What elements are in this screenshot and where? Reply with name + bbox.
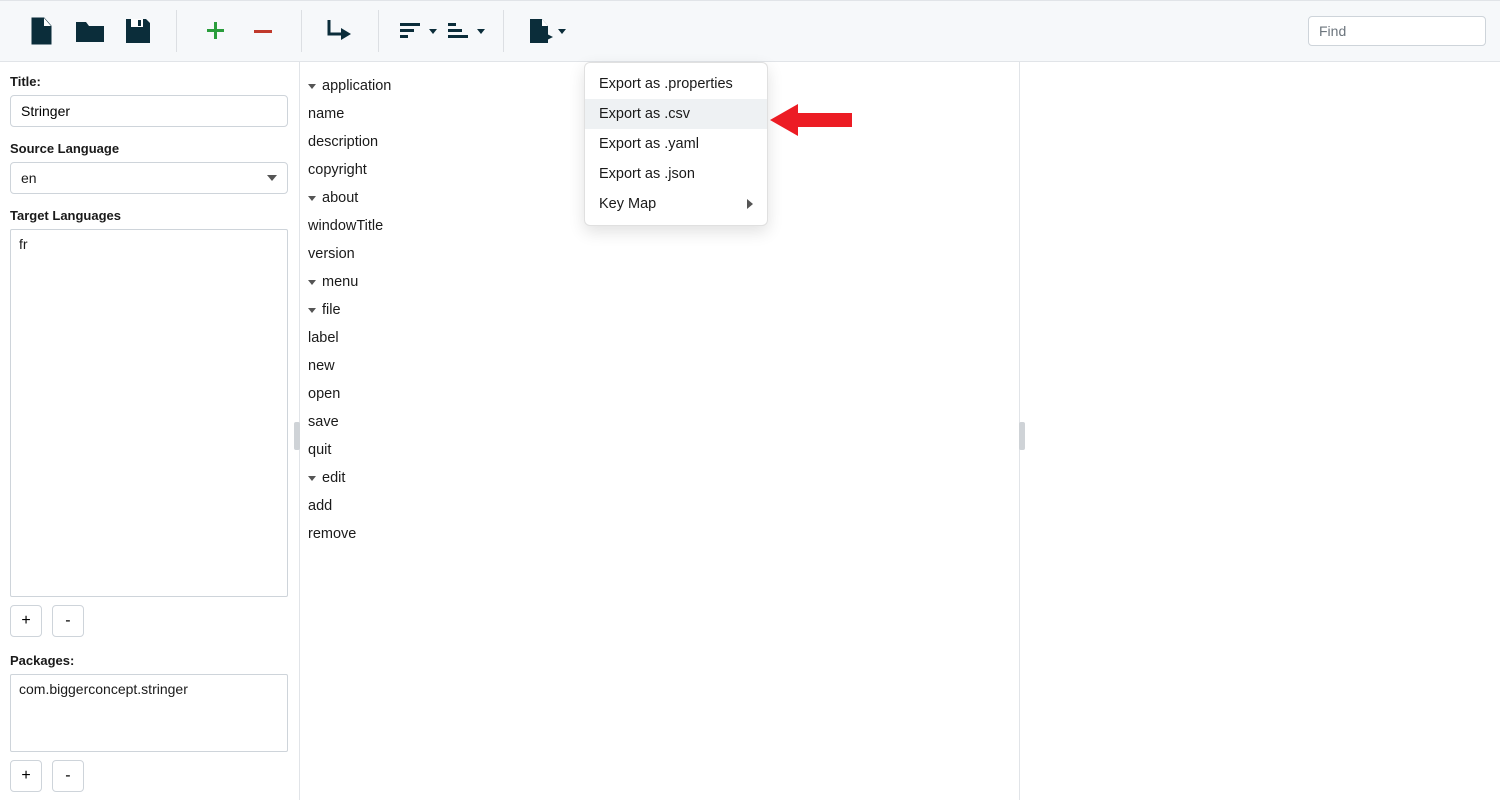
packages-listbox[interactable]: com.biggerconcept.stringer bbox=[10, 674, 288, 752]
add-package-button[interactable]: + bbox=[10, 760, 42, 792]
tree-item-label: version bbox=[308, 246, 355, 262]
tree-item-label: copyright bbox=[308, 162, 367, 178]
list-item[interactable]: com.biggerconcept.stringer bbox=[19, 681, 279, 697]
tree-item[interactable]: label bbox=[308, 324, 1011, 352]
detail-pane bbox=[1020, 62, 1500, 800]
new-file-button[interactable] bbox=[18, 10, 66, 52]
find-wrap bbox=[1308, 16, 1490, 46]
dropdown-item-label: Export as .json bbox=[599, 166, 695, 182]
packages-buttons: + - bbox=[10, 760, 289, 792]
chevron-right-icon bbox=[747, 199, 753, 209]
add-target-lang-button[interactable]: + bbox=[10, 605, 42, 637]
export-dropdown-button[interactable] bbox=[518, 10, 574, 52]
tree-item[interactable]: save bbox=[308, 408, 1011, 436]
tree-item-label: quit bbox=[308, 442, 331, 458]
resize-handle[interactable] bbox=[1019, 422, 1025, 450]
caret-down-icon bbox=[267, 175, 277, 181]
open-folder-button[interactable] bbox=[66, 10, 114, 52]
remove-package-button[interactable]: - bbox=[52, 760, 84, 792]
resize-handle[interactable] bbox=[294, 422, 300, 450]
tree-item[interactable]: file bbox=[308, 296, 1011, 324]
file-group bbox=[10, 10, 170, 52]
target-lang-buttons: + - bbox=[10, 605, 289, 637]
dropdown-item[interactable]: Export as .yaml bbox=[585, 129, 767, 159]
tree-item[interactable]: quit bbox=[308, 436, 1011, 464]
remove-button[interactable] bbox=[239, 10, 287, 52]
caret-down-icon bbox=[308, 308, 316, 313]
save-button[interactable] bbox=[114, 10, 162, 52]
tree-item-label: about bbox=[322, 190, 358, 206]
toolbar bbox=[0, 0, 1500, 62]
convert-group bbox=[308, 10, 372, 52]
sort-group bbox=[385, 10, 497, 52]
dropdown-item[interactable]: Export as .csv bbox=[585, 99, 767, 129]
target-lang-listbox[interactable]: fr bbox=[10, 229, 288, 597]
toolbar-separator bbox=[301, 10, 302, 52]
tree-item[interactable]: edit bbox=[308, 464, 1011, 492]
tree-item-label: remove bbox=[308, 526, 356, 542]
source-lang-select[interactable]: en bbox=[10, 162, 288, 194]
export-group bbox=[510, 10, 582, 52]
caret-down-icon bbox=[429, 29, 437, 34]
annotation-arrow bbox=[770, 104, 852, 136]
list-item[interactable]: fr bbox=[19, 236, 279, 252]
packages-label: Packages: bbox=[10, 653, 289, 668]
title-input[interactable] bbox=[10, 95, 288, 127]
sort-asc-button[interactable] bbox=[441, 10, 489, 52]
tree-item-label: save bbox=[308, 414, 339, 430]
dropdown-item-label: Key Map bbox=[599, 196, 656, 212]
source-lang-label: Source Language bbox=[10, 141, 289, 156]
dropdown-item[interactable]: Export as .properties bbox=[585, 69, 767, 99]
title-label: Title: bbox=[10, 74, 289, 89]
tree-item-label: description bbox=[308, 134, 378, 150]
caret-down-icon bbox=[308, 84, 316, 89]
tree-item[interactable]: new bbox=[308, 352, 1011, 380]
tree-item-label: label bbox=[308, 330, 339, 346]
tree-item-label: add bbox=[308, 498, 332, 514]
arrow-head-icon bbox=[770, 104, 798, 136]
caret-down-icon bbox=[308, 476, 316, 481]
tree-item[interactable]: add bbox=[308, 492, 1011, 520]
sort-desc-button[interactable] bbox=[393, 10, 441, 52]
dropdown-item-label: Export as .csv bbox=[599, 106, 690, 122]
toolbar-separator bbox=[503, 10, 504, 52]
tree-item-label: open bbox=[308, 386, 340, 402]
arrow-shaft bbox=[798, 113, 852, 127]
dropdown-item[interactable]: Export as .json bbox=[585, 159, 767, 189]
tree-item[interactable]: version bbox=[308, 240, 1011, 268]
caret-down-icon bbox=[308, 196, 316, 201]
tree-item-label: file bbox=[322, 302, 341, 318]
dropdown-item-label: Export as .yaml bbox=[599, 136, 699, 152]
dropdown-item[interactable]: Key Map bbox=[585, 189, 767, 219]
edit-group bbox=[183, 10, 295, 52]
remove-target-lang-button[interactable]: - bbox=[52, 605, 84, 637]
main: Title: Source Language en Target Languag… bbox=[0, 62, 1500, 800]
tree-item[interactable]: open bbox=[308, 380, 1011, 408]
find-input[interactable] bbox=[1308, 16, 1486, 46]
tree-item[interactable]: remove bbox=[308, 520, 1011, 548]
caret-down-icon bbox=[558, 29, 566, 34]
tree-item-label: menu bbox=[322, 274, 358, 290]
tree-item-label: new bbox=[308, 358, 335, 374]
source-lang-value: en bbox=[21, 170, 37, 186]
tree-pane: application name description copyright about… bbox=[300, 62, 1020, 800]
tree-item-label: edit bbox=[322, 470, 345, 486]
dropdown-item-label: Export as .properties bbox=[599, 76, 733, 92]
toolbar-separator bbox=[378, 10, 379, 52]
caret-down-icon bbox=[477, 29, 485, 34]
caret-down-icon bbox=[308, 280, 316, 285]
sidebar: Title: Source Language en Target Languag… bbox=[0, 62, 300, 800]
tree-item-label: name bbox=[308, 106, 344, 122]
tree-item[interactable]: menu bbox=[308, 268, 1011, 296]
toolbar-separator bbox=[176, 10, 177, 52]
target-lang-label: Target Languages bbox=[10, 208, 289, 223]
convert-button[interactable] bbox=[316, 10, 364, 52]
tree-item-label: application bbox=[322, 78, 391, 94]
tree-item-label: windowTitle bbox=[308, 218, 383, 234]
export-dropdown-menu: Export as .properties Export as .csv Expor… bbox=[584, 62, 768, 226]
add-button[interactable] bbox=[191, 10, 239, 52]
